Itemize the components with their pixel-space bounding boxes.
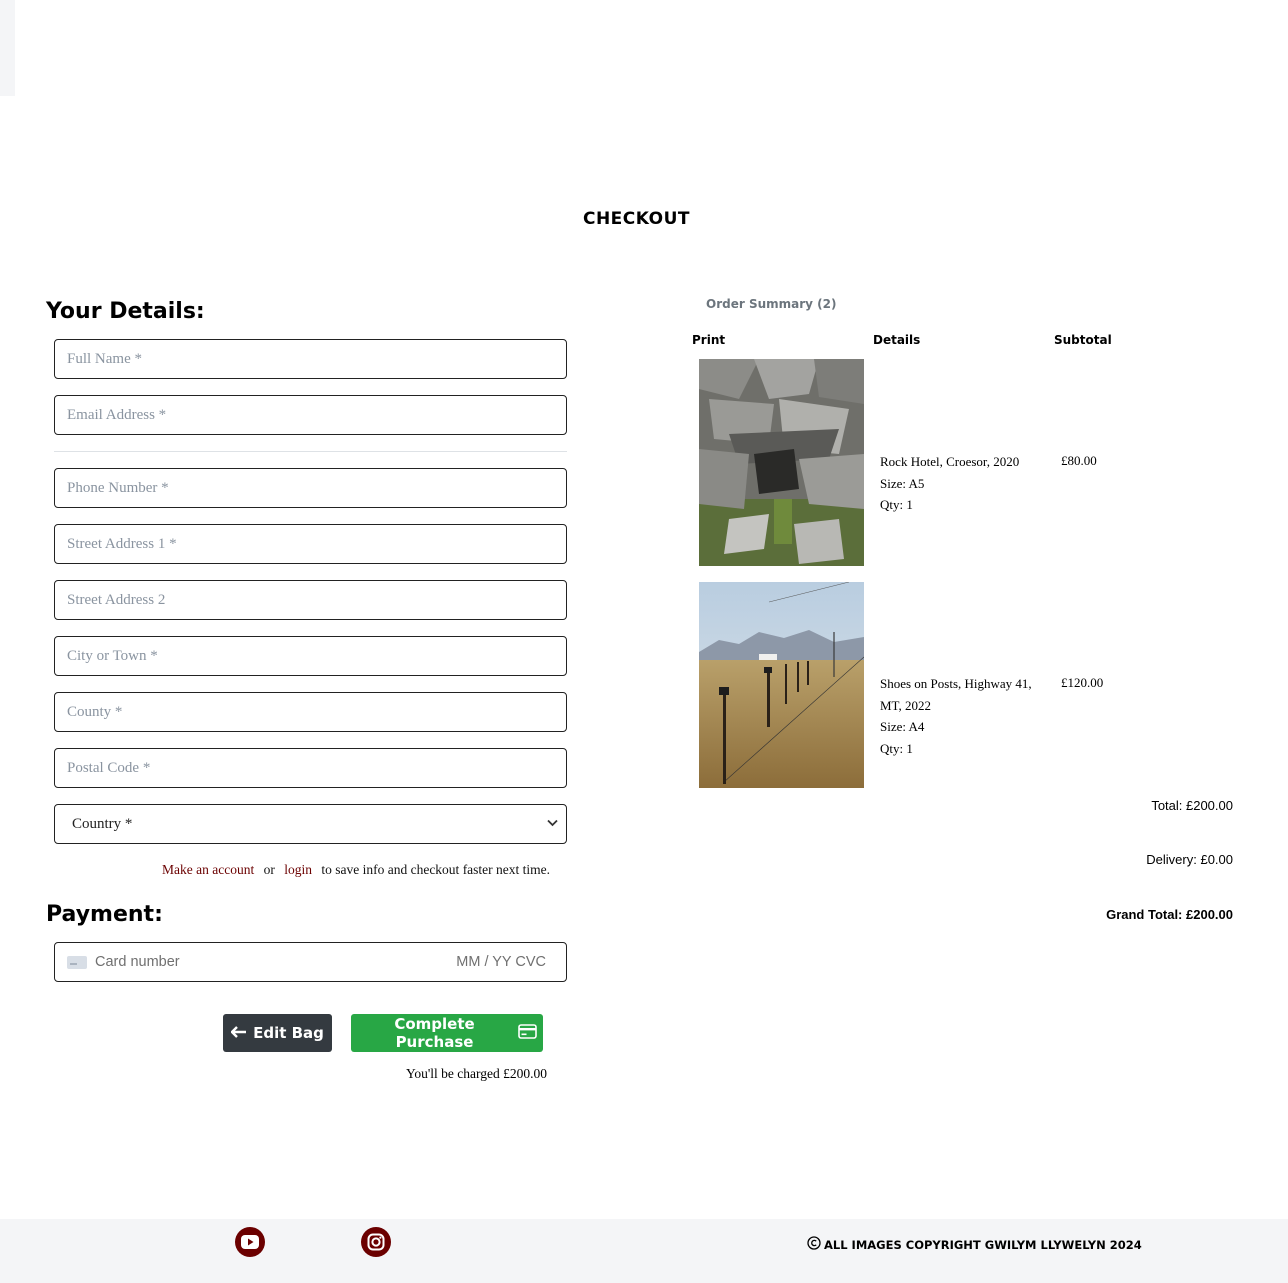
payment-heading: Payment:	[46, 902, 163, 927]
postal-code-input[interactable]	[55, 749, 566, 787]
item-name: Rock Hotel, Croesor, 2020	[880, 454, 1020, 469]
email-field[interactable]	[54, 395, 567, 435]
city-input[interactable]	[55, 637, 566, 675]
details-heading: Your Details:	[46, 299, 205, 324]
order-item-details: Shoes on Posts, Highway 41, MT, 2022 Siz…	[880, 673, 1050, 759]
charge-notice: You'll be charged £200.00	[405, 1066, 547, 1081]
account-prompt: Make an account or login to save info an…	[162, 862, 550, 878]
form-divider	[54, 451, 567, 452]
delivery-cost: Delivery: £0.00	[1146, 852, 1233, 867]
street-address-1-field[interactable]	[54, 524, 567, 564]
card-input-field[interactable]: Card number MM / YY CVC	[54, 942, 567, 982]
copyright-text: ALL IMAGES COPYRIGHT GWILYM LLYWELYN 202…	[824, 1237, 1142, 1252]
full-name-input[interactable]	[55, 340, 566, 378]
postal-code-field[interactable]	[54, 748, 567, 788]
item-qty: Qty: 1	[880, 497, 913, 512]
top-strip	[0, 0, 15, 96]
copyright-icon	[807, 1236, 821, 1253]
complete-purchase-button[interactable]: Complete Purchase	[351, 1014, 543, 1052]
item-name: Shoes on Posts, Highway 41, MT, 2022	[880, 676, 1032, 713]
login-link[interactable]: login	[284, 862, 312, 877]
item-size: Size: A5	[880, 475, 925, 491]
print-thumbnail-rock-hotel[interactable]	[699, 359, 864, 566]
account-prompt-text: to save info and checkout faster next ti…	[321, 862, 551, 877]
credit-card-icon	[518, 1023, 537, 1043]
item-qty: Qty: 1	[880, 740, 913, 756]
item-subtotal: £80.00	[1061, 453, 1097, 468]
street-address-2-input[interactable]	[55, 581, 566, 619]
expiry-cvc-placeholder: MM / YY CVC	[456, 954, 546, 970]
email-input[interactable]	[55, 396, 566, 434]
card-number-placeholder: Card number	[95, 954, 180, 970]
street-address-2-field[interactable]	[54, 580, 567, 620]
grand-total: Grand Total: £200.00	[1106, 907, 1233, 922]
chevron-down-icon	[547, 818, 558, 830]
print-thumbnail-shoes-on-posts[interactable]	[699, 582, 864, 788]
city-field[interactable]	[54, 636, 567, 676]
credit-card-icon	[67, 955, 87, 969]
order-total: Total: £200.00	[1151, 798, 1233, 813]
column-header-subtotal: Subtotal	[1054, 333, 1112, 347]
phone-input[interactable]	[55, 469, 566, 507]
item-size: Size: A4	[880, 719, 925, 734]
edit-bag-label: Edit Bag	[253, 1024, 324, 1042]
arrow-left-icon	[230, 1024, 247, 1042]
edit-bag-button[interactable]: Edit Bag	[223, 1014, 332, 1052]
instagram-icon[interactable]	[361, 1227, 391, 1257]
order-item-details: Rock Hotel, Croesor, 2020 Size: A5 Qty: …	[880, 451, 1050, 516]
item-subtotal: £120.00	[1061, 675, 1104, 690]
page-title: CHECKOUT	[582, 209, 691, 229]
column-header-print: Print	[692, 333, 726, 347]
complete-purchase-label: Complete Purchase	[394, 1015, 475, 1051]
make-account-link[interactable]: Make an account	[162, 862, 254, 877]
phone-field[interactable]	[54, 468, 567, 508]
account-prompt-or: or	[263, 862, 275, 877]
country-selected-value: Country *	[72, 815, 133, 832]
order-summary-heading: Order Summary (2)	[706, 297, 837, 311]
youtube-icon[interactable]	[235, 1227, 265, 1257]
county-input[interactable]	[55, 693, 566, 731]
copyright-notice: ALL IMAGES COPYRIGHT GWILYM LLYWELYN 202…	[807, 1236, 1142, 1253]
country-select[interactable]: Country *	[54, 804, 567, 844]
street-address-1-input[interactable]	[55, 525, 566, 563]
column-header-details: Details	[873, 333, 921, 347]
full-name-field[interactable]	[54, 339, 567, 379]
county-field[interactable]	[54, 692, 567, 732]
